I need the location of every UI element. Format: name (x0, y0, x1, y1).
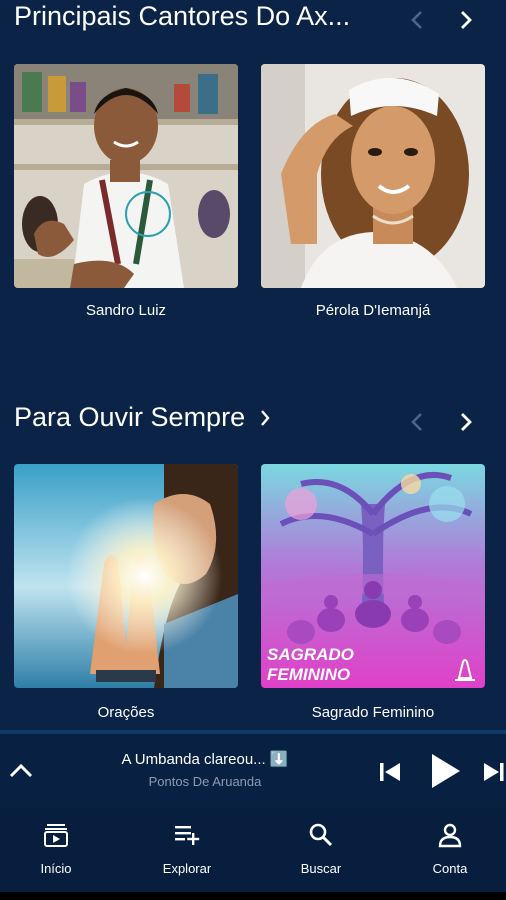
home-icon (44, 824, 68, 847)
artist-photo (14, 64, 238, 288)
card-sandro-luiz[interactable] (14, 64, 238, 288)
card-label: Pérola D'Iemanjá (315, 302, 431, 319)
chevron-up-icon (9, 763, 33, 778)
system-bar (0, 892, 506, 900)
expand-player-button[interactable] (6, 756, 36, 786)
play-button[interactable] (424, 750, 466, 792)
card-oracoes[interactable] (14, 464, 238, 688)
prev-arrow-button[interactable] (402, 407, 432, 437)
nav-label: Início (40, 861, 72, 876)
account-icon (438, 823, 462, 848)
cover-art-text-2: FEMININO (267, 665, 350, 684)
card-sagrado-feminino[interactable]: SAGRADO FEMININO (261, 464, 485, 688)
search-icon (309, 823, 333, 847)
track-artist: Pontos De Aruanda (148, 774, 262, 789)
prev-arrow-button[interactable] (402, 5, 432, 35)
nav-item-explorar[interactable]: Explorar (142, 822, 232, 876)
previous-track-button[interactable] (376, 758, 404, 786)
section-title-row[interactable]: Para Ouvir Sempre (14, 402, 271, 433)
section-title: Principais Cantores Do Ax... (14, 1, 351, 31)
card-label: Sagrado Feminino (311, 704, 435, 721)
playlist-add-icon (175, 826, 200, 845)
chevron-right-icon (461, 413, 472, 431)
chevron-left-icon (411, 413, 422, 431)
card-label: Sandro Luiz (85, 302, 167, 319)
chevron-right-icon (261, 409, 270, 426)
next-arrow-button[interactable] (451, 407, 481, 437)
nav-label: Buscar (300, 861, 342, 876)
playlist-cover (14, 464, 238, 688)
play-icon (432, 754, 460, 788)
nav-item-conta[interactable]: Conta (405, 822, 495, 876)
chevron-right-icon (461, 11, 472, 29)
track-title: A Umbanda clareou... ⬇️ (121, 751, 289, 768)
artist-photo (261, 64, 485, 288)
chevron-left-icon (411, 11, 422, 29)
skip-next-icon (484, 763, 504, 781)
card-perola-diemanja[interactable] (261, 64, 485, 288)
cover-art-text-1: SAGRADO (267, 645, 354, 664)
nav-label: Conta (432, 861, 468, 876)
nav-label: Explorar (162, 861, 212, 876)
next-arrow-button[interactable] (451, 5, 481, 35)
playlist-cover: SAGRADO FEMININO (261, 464, 485, 688)
card-label: Orações (97, 704, 155, 721)
bottom-navigation: Início Explorar Buscar Conta (0, 808, 506, 892)
section-title: Para Ouvir Sempre (14, 402, 246, 432)
nav-item-inicio[interactable]: Início (11, 822, 101, 876)
nav-item-buscar[interactable]: Buscar (276, 822, 366, 876)
next-track-button[interactable] (482, 758, 506, 786)
mini-player[interactable]: A Umbanda clareou... ⬇️ Pontos De Aruand… (0, 730, 506, 812)
skip-previous-icon (380, 763, 400, 781)
